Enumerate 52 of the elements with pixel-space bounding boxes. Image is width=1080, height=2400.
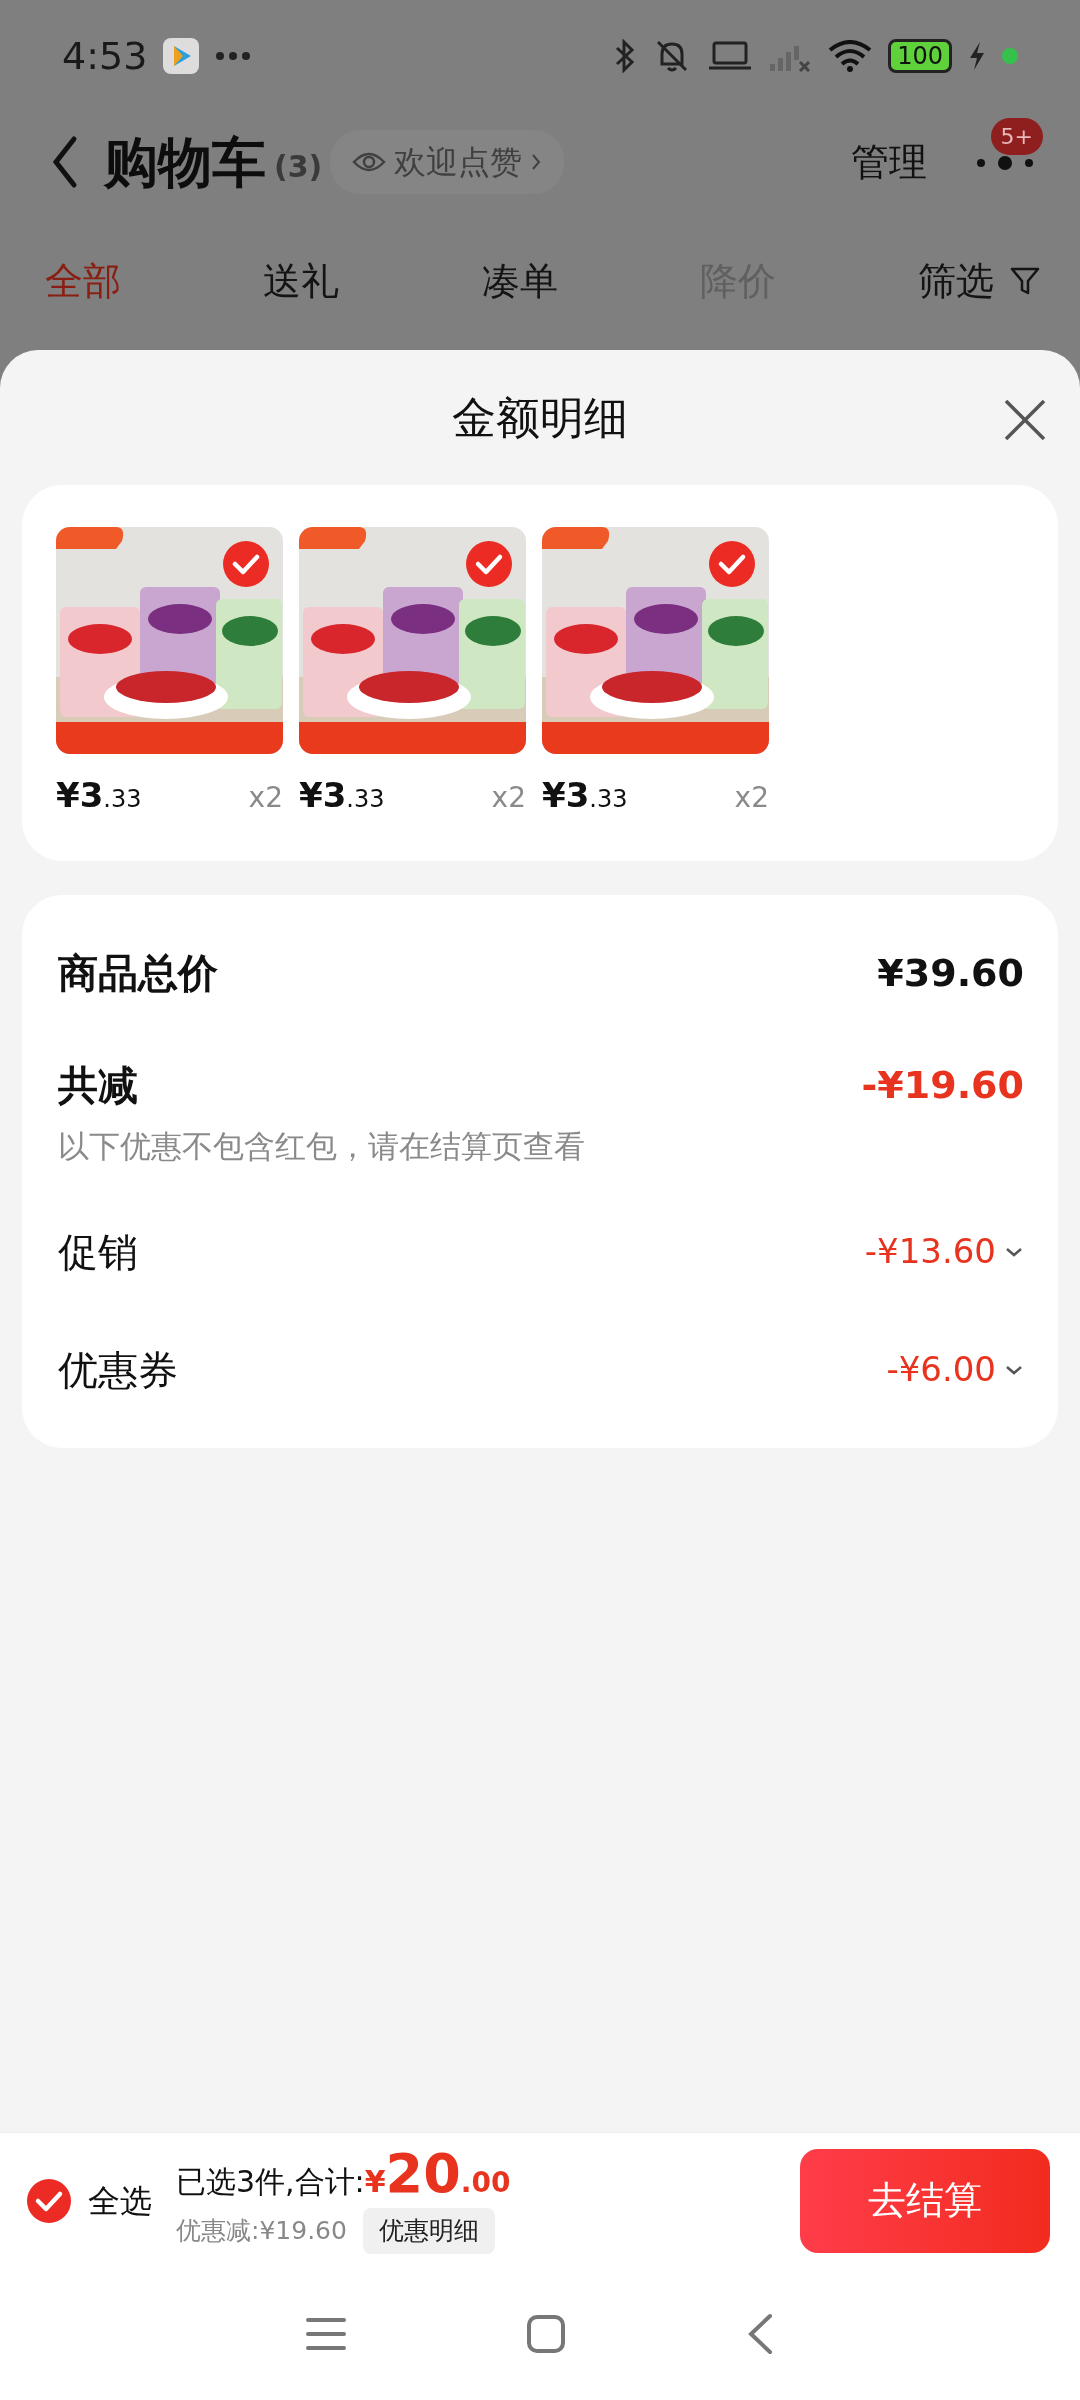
laptop-icon (708, 40, 753, 72)
discount-detail-button[interactable]: 优惠明细 (362, 2208, 495, 2254)
check-icon[interactable] (466, 541, 512, 587)
bluetooth-icon (614, 38, 637, 74)
summary-label: 促销 (58, 1227, 138, 1277)
sheet-title: 金额明细 (452, 390, 628, 445)
status-time: 4:53 (62, 32, 148, 80)
summary-label: 优惠券 (58, 1345, 178, 1395)
wifi-icon (828, 40, 873, 72)
item-quantity: x2 (734, 780, 769, 816)
battery-level: 100 (888, 39, 952, 73)
notification-badge: 5+ (990, 118, 1043, 155)
home-icon[interactable] (526, 2314, 566, 2354)
charging-icon (968, 40, 986, 72)
item-quantity: x2 (491, 780, 526, 816)
summary-note: 以下优惠不包含红包，请在结算页查看 (58, 1127, 586, 1166)
summary-label: 共减 (58, 1061, 138, 1110)
check-icon[interactable] (709, 541, 755, 587)
item-quantity: x2 (248, 780, 283, 816)
chevron-down-icon[interactable] (1004, 1363, 1024, 1376)
select-all-checkbox[interactable]: 全选 (26, 2176, 152, 2225)
like-chip[interactable]: 欢迎点赞 (330, 130, 565, 194)
filter-icon (1010, 266, 1040, 296)
item-price: ¥3.33 (299, 774, 385, 817)
filter-tab[interactable]: 凑单 (481, 252, 558, 310)
checkout-button[interactable]: 去结算 (800, 2148, 1050, 2253)
summary-amount: -¥6.00 (886, 1348, 996, 1391)
filter-button[interactable]: 筛选 (918, 252, 1040, 310)
status-dot-icon (1002, 48, 1018, 64)
back-icon[interactable] (50, 135, 80, 189)
summary-amount: -¥19.60 (861, 1061, 1024, 1109)
cart-title: 购物车 (104, 129, 266, 196)
manage-link[interactable]: 管理 (851, 133, 927, 191)
chevron-right-icon (530, 152, 543, 172)
summary-amount: -¥13.60 (864, 1230, 996, 1273)
app-icon (163, 38, 200, 74)
item-price: ¥3.33 (542, 774, 628, 817)
selected-summary: 已选3件,合计: (176, 2163, 365, 2202)
summary-label: 商品总价 (58, 949, 218, 998)
eye-icon (352, 150, 387, 174)
discount-summary: 优惠减:¥19.60 (176, 2215, 347, 2248)
filter-tab[interactable]: 送礼 (263, 252, 340, 310)
item-price: ¥3.33 (56, 774, 142, 817)
check-icon[interactable] (223, 541, 269, 587)
summary-amount: ¥39.60 (877, 949, 1024, 997)
cart-count: (3) (274, 147, 323, 186)
chevron-down-icon[interactable] (1004, 1245, 1024, 1258)
filter-tab[interactable]: 全部 (45, 252, 121, 310)
menu-icon[interactable] (306, 2316, 346, 2352)
total-price: ¥20.00 (364, 2147, 511, 2205)
back-icon[interactable] (746, 2313, 774, 2355)
more-icon (215, 51, 252, 61)
